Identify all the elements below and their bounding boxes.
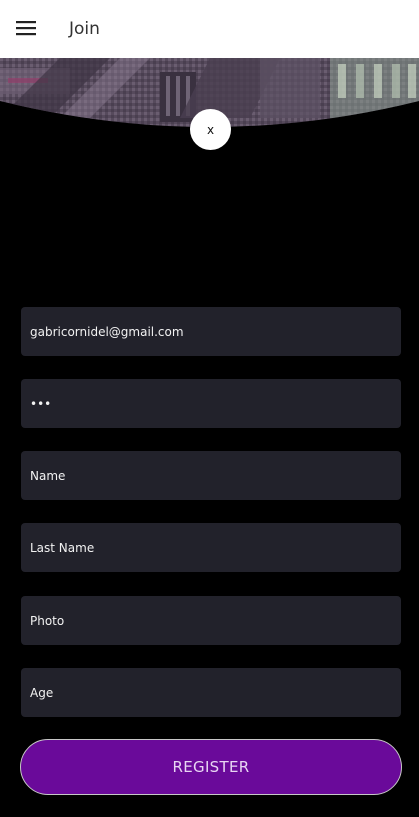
register-label: REGISTER xyxy=(172,758,250,776)
age-placeholder: Age xyxy=(30,685,54,700)
email-value: gabricornidel@gmail.com xyxy=(30,324,184,339)
photo-field[interactable]: Photo xyxy=(21,596,401,645)
email-field[interactable]: gabricornidel@gmail.com xyxy=(21,307,401,356)
page-title: Join xyxy=(69,19,100,39)
last-name-placeholder: Last Name xyxy=(30,540,95,555)
close-label: x xyxy=(206,122,215,137)
hamburger-menu-icon[interactable] xyxy=(16,20,36,36)
close-button[interactable]: x xyxy=(190,109,231,150)
app-bar: Join xyxy=(0,0,419,58)
register-button[interactable]: REGISTER xyxy=(20,739,402,795)
photo-placeholder: Photo xyxy=(30,613,65,628)
last-name-field[interactable]: Last Name xyxy=(21,523,401,572)
password-field[interactable]: ••• xyxy=(21,379,401,428)
age-field[interactable]: Age xyxy=(21,668,401,717)
name-placeholder: Name xyxy=(30,468,66,483)
password-value: ••• xyxy=(30,396,52,411)
name-field[interactable]: Name xyxy=(21,451,401,500)
